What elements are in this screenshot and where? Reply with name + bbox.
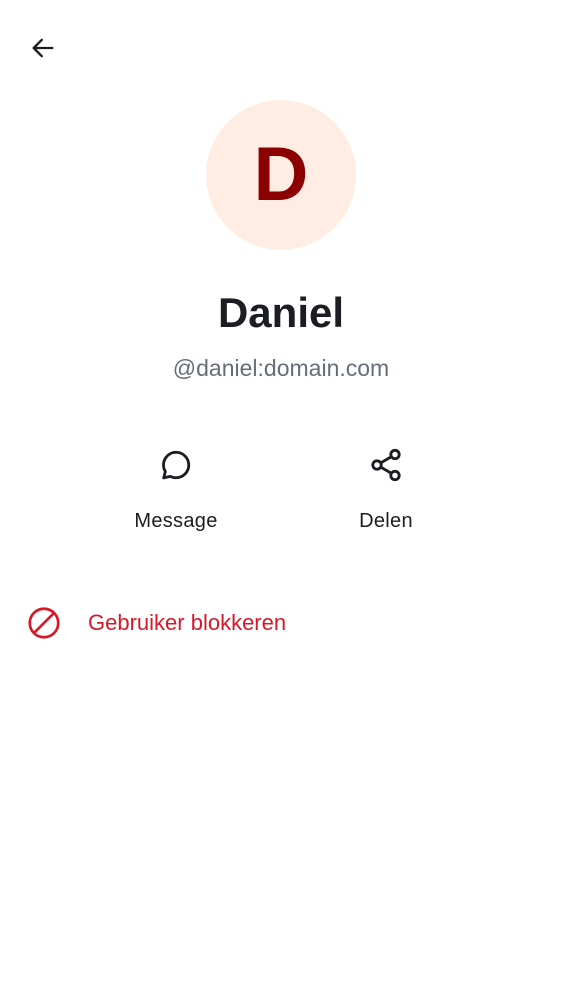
message-label: Message [134,510,218,532]
message-button[interactable]: Message [101,440,251,540]
block-user-button[interactable]: Gebruiker blokkeren [0,596,562,650]
chat-bubble-icon [151,440,201,490]
share-button[interactable]: Delen [311,440,461,540]
back-button[interactable] [20,27,66,73]
avatar-initial: D [253,132,309,217]
user-profile-screen: D Daniel @daniel:domain.com Message Dele… [0,0,562,1000]
display-name: Daniel [217,289,345,336]
user-id: @daniel:domain.com [172,355,390,381]
arrow-left-icon [29,34,57,67]
share-label: Delen [359,510,413,532]
share-icon [361,440,411,490]
block-icon [26,605,62,641]
avatar: D [206,100,356,250]
block-user-label: Gebruiker blokkeren [88,610,287,635]
